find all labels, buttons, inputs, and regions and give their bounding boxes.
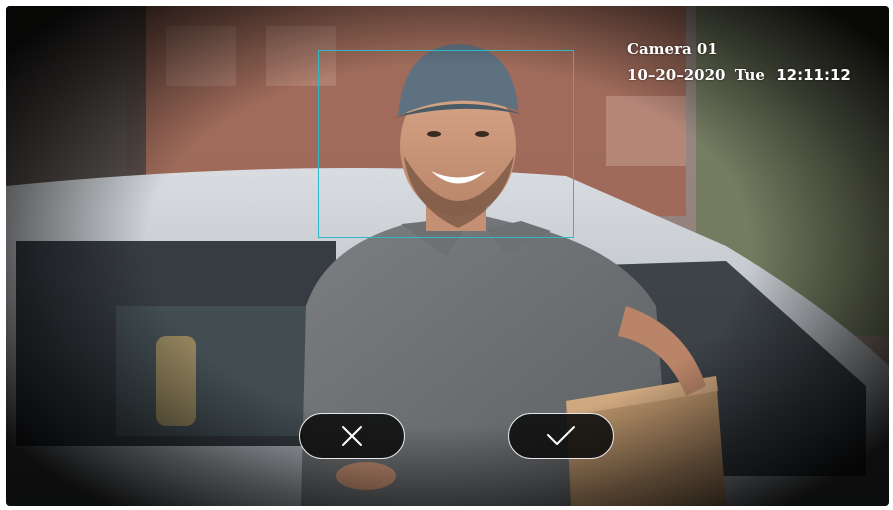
date-label: 10–20–2020: [627, 66, 726, 84]
reject-button[interactable]: [299, 413, 405, 459]
camera-name-label: Camera 01: [627, 40, 718, 58]
checkmark-icon: [546, 425, 576, 447]
time-label: 12:11:12: [776, 66, 851, 84]
accept-button[interactable]: [508, 413, 614, 459]
close-icon: [341, 425, 363, 447]
face-detection-box: [318, 50, 574, 238]
date-time-label: 10–20–2020 Tue 12:11:12: [627, 66, 851, 84]
weekday-label: Tue: [734, 66, 765, 84]
